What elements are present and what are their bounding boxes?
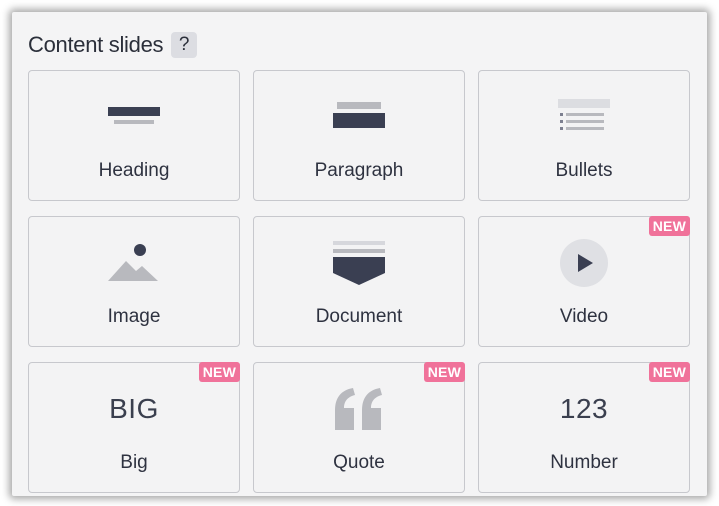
tile-video[interactable]: NEW Video	[478, 216, 690, 347]
image-icon	[29, 235, 239, 291]
tile-label: Video	[559, 306, 609, 327]
help-button[interactable]: ?	[171, 32, 198, 58]
tile-bullets[interactable]: Bullets	[478, 70, 690, 201]
bullets-icon	[479, 89, 689, 145]
video-icon	[479, 235, 689, 291]
new-badge: NEW	[648, 362, 690, 382]
tile-big[interactable]: NEW BIG Big	[28, 362, 240, 493]
big-icon: BIG	[29, 381, 239, 437]
new-badge: NEW	[423, 362, 465, 382]
heading-icon	[29, 89, 239, 145]
tile-paragraph[interactable]: Paragraph	[253, 70, 465, 201]
tile-label: Document	[315, 306, 403, 327]
tile-label: Paragraph	[314, 160, 404, 181]
tile-heading[interactable]: Heading	[28, 70, 240, 201]
new-badge: NEW	[648, 216, 690, 236]
tile-number[interactable]: NEW 123 Number	[478, 362, 690, 493]
big-icon-text: BIG	[109, 393, 159, 424]
number-icon: 123	[479, 381, 689, 437]
tile-label: Big	[120, 452, 148, 473]
tile-label: Bullets	[555, 160, 613, 181]
tile-label: Number	[550, 452, 618, 473]
new-badge: NEW	[198, 362, 240, 382]
tile-document[interactable]: Document	[253, 216, 465, 347]
tile-quote[interactable]: NEW Quote	[253, 362, 465, 493]
number-icon-text: 123	[559, 393, 609, 424]
panel-header: Content slides ?	[28, 30, 198, 60]
panel-title: Content slides	[28, 32, 164, 57]
quote-icon	[254, 381, 464, 437]
paragraph-icon	[254, 89, 464, 145]
tile-label: Image	[107, 306, 161, 327]
content-slides-panel: Content slides ? Heading Paragraph Bulle…	[12, 12, 707, 496]
tile-label: Heading	[98, 160, 170, 181]
tile-image[interactable]: Image	[28, 216, 240, 347]
document-icon	[254, 235, 464, 291]
tile-label: Quote	[333, 452, 385, 473]
